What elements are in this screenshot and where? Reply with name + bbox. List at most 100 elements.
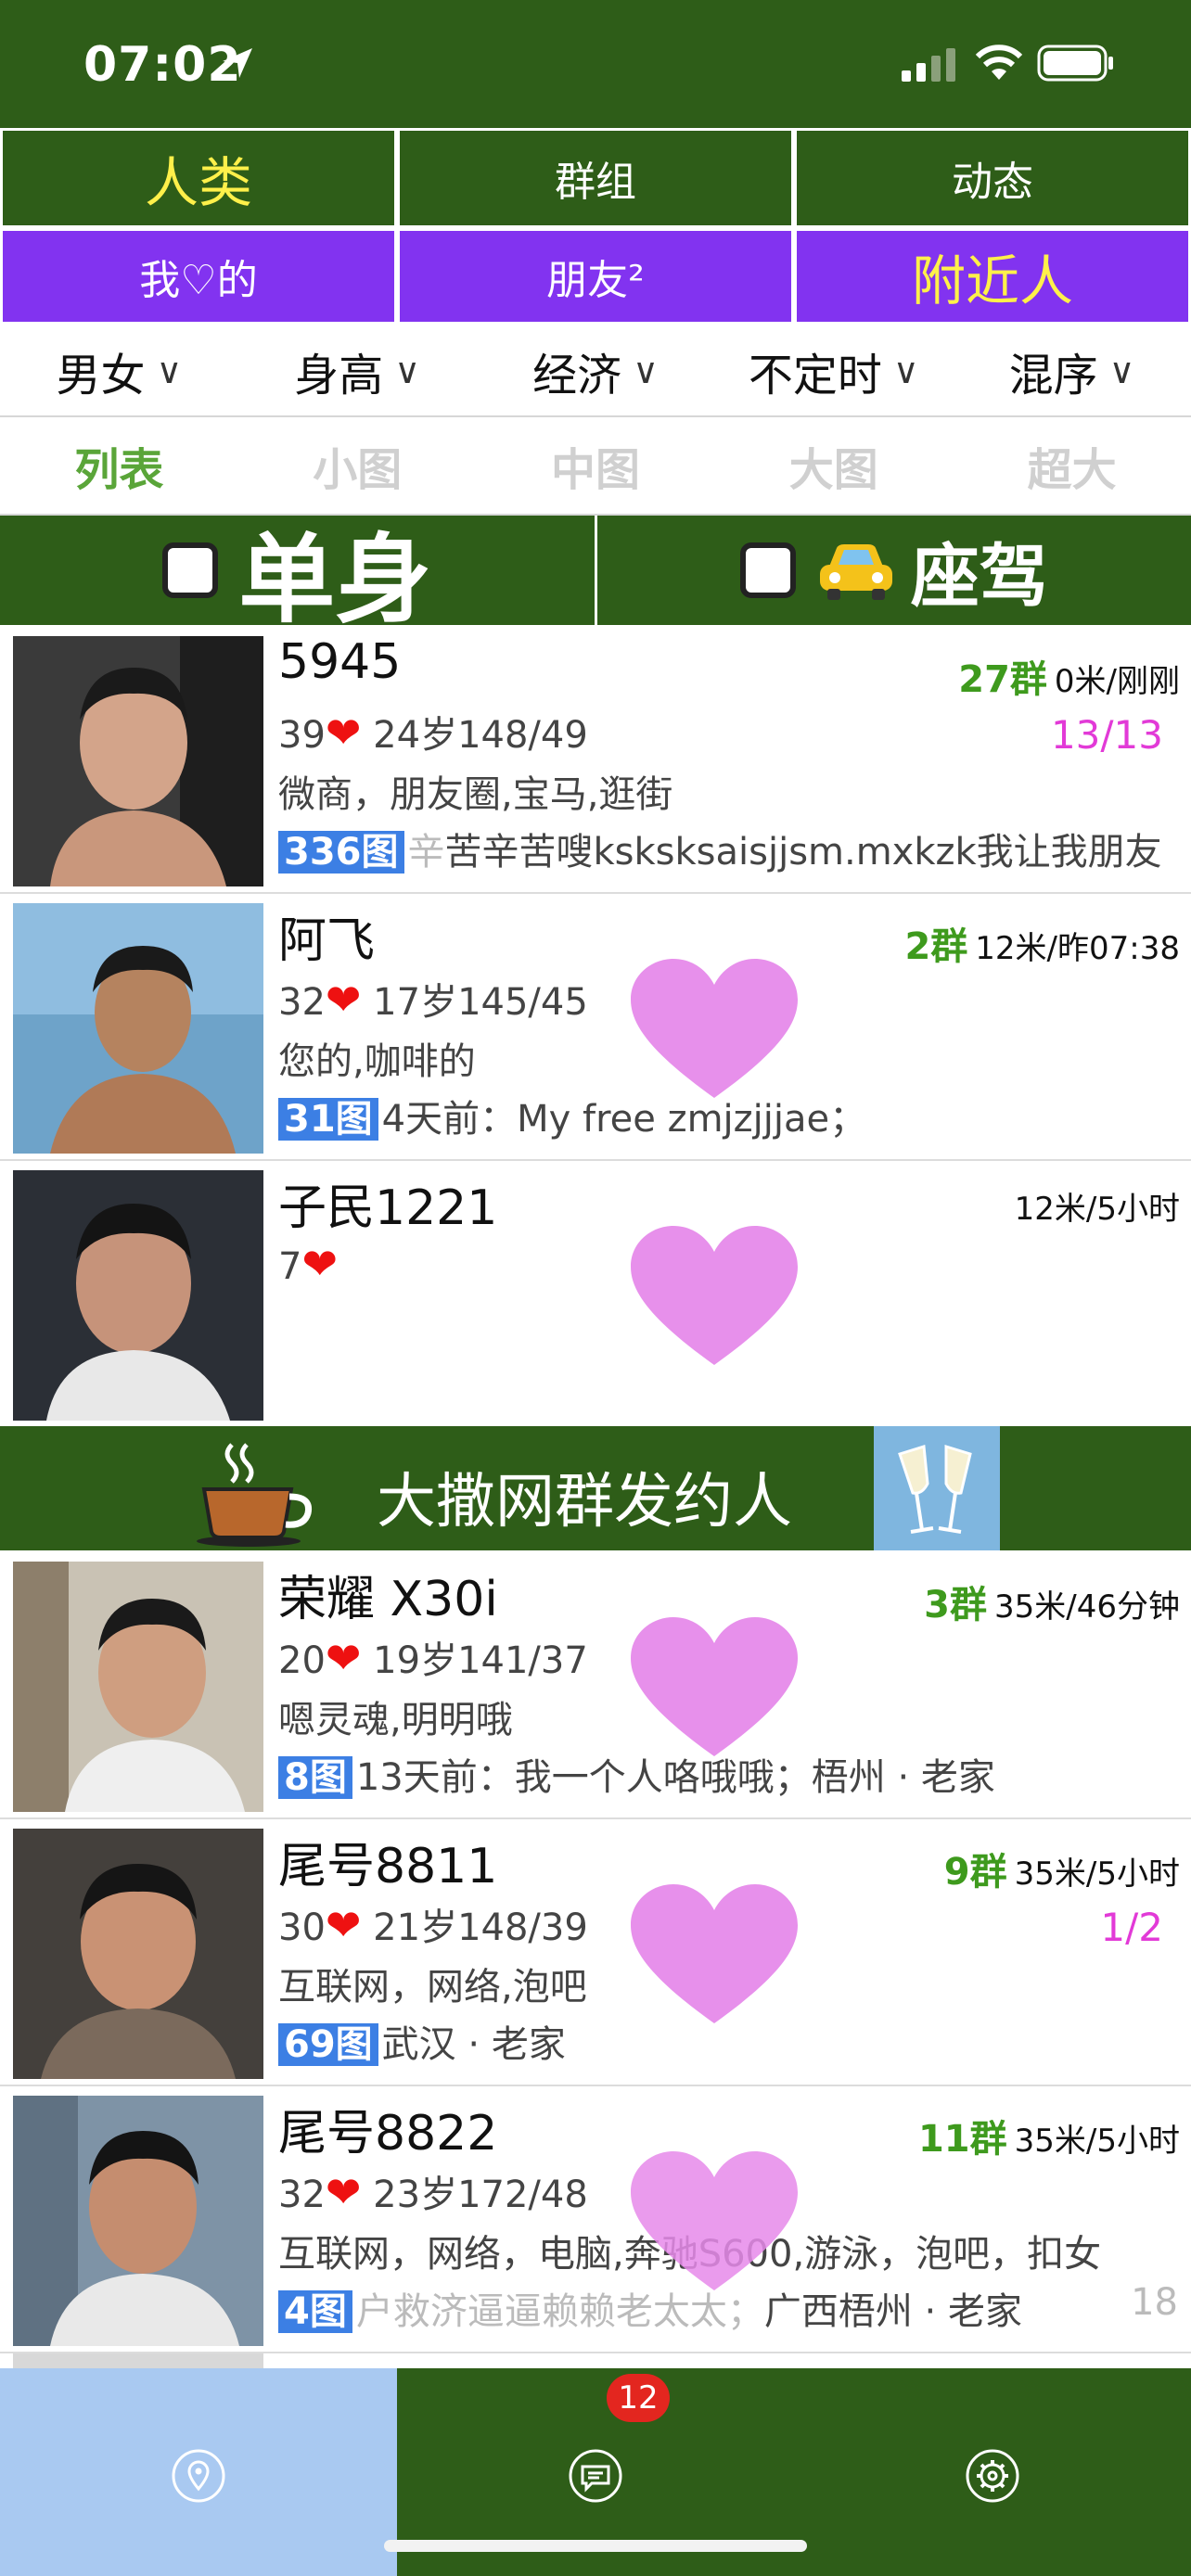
view-large[interactable]: 大图 xyxy=(714,417,953,514)
user-info: 39❤ 24岁148/49 xyxy=(278,705,588,759)
avatar[interactable] xyxy=(13,903,263,1154)
message-text: 广西梧州 · 老家 xyxy=(763,2290,1022,2333)
age-height-weight: 17岁145/45 xyxy=(373,981,588,1024)
photo-count-badge[interactable]: 8图 xyxy=(278,1756,352,1799)
user-name: 阿飞 xyxy=(278,913,376,969)
coffee-cup-icon xyxy=(197,1443,313,1547)
avatar[interactable] xyxy=(13,1562,263,1812)
chevron-down-icon: ∨ xyxy=(892,351,919,391)
view-medium[interactable]: 中图 xyxy=(477,417,715,514)
photo-count-badge[interactable]: 31图 xyxy=(278,1098,378,1141)
photo-count-badge[interactable]: 69图 xyxy=(278,2023,378,2066)
tab-nearby-map[interactable] xyxy=(0,2368,397,2576)
champagne-glasses-icon xyxy=(874,1426,1000,1550)
tab-settings[interactable] xyxy=(794,2368,1191,2576)
next-card-peek xyxy=(13,2353,263,2368)
chat-bubble-icon xyxy=(569,2449,622,2503)
avatar[interactable] xyxy=(13,1829,263,2079)
driver-toggle[interactable]: 座驾 xyxy=(594,516,1191,625)
gear-icon xyxy=(966,2449,1019,2503)
user-tags: 微商，朋友圈,宝马,逛街 xyxy=(278,773,673,816)
avatar[interactable] xyxy=(13,2096,263,2346)
user-name: 子民1221 xyxy=(278,1180,498,1236)
chevron-down-icon: ∨ xyxy=(1108,351,1135,391)
user-card[interactable]: 5945 27群 0米/刚刚 13/13 39❤ 24岁148/49 微商，朋友圈… xyxy=(0,627,1191,894)
user-card[interactable]: 荣耀 X30i 3群 35米/46分钟 20❤ 19岁141/37 嗯灵魂,明明哦… xyxy=(0,1552,1191,1819)
distance-time: 12米/5小时 xyxy=(1014,1191,1180,1228)
broadcast-banner[interactable]: 大撒网群发约人 xyxy=(0,1426,1191,1550)
like-heart-icon[interactable] xyxy=(631,1226,798,1374)
heart-icon: ❤ xyxy=(325,975,362,1025)
photo-count-badge[interactable]: 4图 xyxy=(278,2290,352,2333)
heart-icon: ❤ xyxy=(325,708,362,758)
status-bar: 07:02 xyxy=(0,0,1191,128)
home-indicator[interactable] xyxy=(384,2540,807,2552)
chevron-down-icon: ∨ xyxy=(633,351,659,391)
filter-time[interactable]: 不定时 ∨ xyxy=(714,326,953,415)
car-icon xyxy=(819,544,892,600)
tab-humans[interactable]: 人类 xyxy=(0,128,397,228)
age-height-weight: 23岁172/48 xyxy=(373,2174,588,2216)
user-info: 7❤ xyxy=(278,1239,338,1289)
battery-icon xyxy=(1037,45,1113,82)
status-time: 07:02 xyxy=(83,37,242,93)
filter-economy[interactable]: 经济 ∨ xyxy=(477,326,715,415)
location-pin-icon xyxy=(172,2449,225,2503)
filter-time-label: 不定时 xyxy=(748,350,882,402)
photo-count-badge[interactable]: 336图 xyxy=(278,831,404,874)
single-toggle[interactable]: 单身 xyxy=(0,516,595,636)
location-arrow-icon xyxy=(223,48,252,78)
photo-ratio: 1/2 xyxy=(1100,1905,1163,1950)
user-tags: 互联网，网络,泡吧 xyxy=(278,1966,587,2009)
view-list[interactable]: 列表 xyxy=(0,417,238,514)
user-card[interactable]: 尾号8822 11群35米/5小时 32❤ 23岁172/48 互联网，网络，电… xyxy=(0,2086,1191,2353)
user-level: 32 xyxy=(278,981,326,1024)
unread-badge: 12 xyxy=(607,2374,670,2422)
view-mode-bar: 列表 小图 中图 大图 超大 xyxy=(0,417,1191,516)
user-level: 20 xyxy=(278,1639,326,1682)
view-small[interactable]: 小图 xyxy=(238,417,477,514)
heart-icon: ❤ xyxy=(325,2167,362,2217)
user-level: 7 xyxy=(278,1245,302,1288)
user-name: 尾号8811 xyxy=(278,1839,498,1894)
group-distance: 27群 0米/刚刚 xyxy=(958,649,1180,703)
like-heart-icon[interactable] xyxy=(631,2151,798,2300)
like-heart-icon[interactable] xyxy=(631,1884,798,2033)
filter-gender-label: 男女 xyxy=(56,350,146,402)
tab-moments[interactable]: 动态 xyxy=(794,128,1191,228)
heart-icon: ❤ xyxy=(301,1239,338,1289)
banner-title: 大撒网群发约人 xyxy=(377,1468,792,1537)
filter-economy-label: 经济 xyxy=(532,350,622,402)
avatar[interactable] xyxy=(13,636,263,886)
filter-height[interactable]: 身高 ∨ xyxy=(238,326,477,415)
tab-my-likes[interactable]: 我♡的 xyxy=(0,228,397,325)
tab-nearby[interactable]: 附近人 xyxy=(794,228,1191,325)
single-checkbox[interactable] xyxy=(162,542,219,598)
user-tags: 您的,咖啡的 xyxy=(278,1040,476,1083)
user-name: 荣耀 X30i xyxy=(278,1572,498,1627)
user-level: 30 xyxy=(278,1906,326,1949)
user-card[interactable]: 子民1221 12米/5小时 7❤ xyxy=(0,1161,1191,1428)
distance-time: 35米/46分钟 xyxy=(994,1588,1180,1626)
driver-checkbox[interactable] xyxy=(739,542,796,598)
tab-groups[interactable]: 群组 xyxy=(397,128,794,228)
main-nav: 人类 群组 动态 xyxy=(0,128,1191,228)
latest-message: 336图 辛苦辛苦嗖ksksksaisjjsm.mxkzk我让我朋友 xyxy=(278,822,1184,875)
message-text: 苦辛苦嗖ksksksaisjjsm.mxkzk我让我朋友 xyxy=(444,831,1162,874)
view-xlarge[interactable]: 超大 xyxy=(953,417,1191,514)
single-label: 单身 xyxy=(238,522,432,636)
age-height-weight: 21岁148/39 xyxy=(373,1906,588,1949)
filter-order[interactable]: 混序 ∨ xyxy=(953,326,1191,415)
message-faded-prefix: 辛 xyxy=(407,831,445,874)
user-card[interactable]: 阿飞 2群 12米/昨07:38 32❤ 17岁145/45 您的,咖啡的 31图… xyxy=(0,894,1191,1161)
message-text: 武汉 · 老家 xyxy=(381,2023,566,2066)
filter-gender[interactable]: 男女 ∨ xyxy=(0,326,238,415)
user-card[interactable]: 尾号8811 9群 35米/5小时 1/2 30❤ 21岁148/39 互联网，网… xyxy=(0,1819,1191,2086)
user-info: 32❤ 23岁172/48 xyxy=(278,2164,588,2218)
avatar[interactable] xyxy=(13,1170,263,1421)
group-count: 11群 xyxy=(917,2118,1007,2161)
tab-friends[interactable]: 朋友² xyxy=(397,228,794,325)
like-heart-icon[interactable] xyxy=(631,1617,798,1766)
like-heart-icon[interactable] xyxy=(631,959,798,1107)
group-count: 3群 xyxy=(924,1584,988,1626)
